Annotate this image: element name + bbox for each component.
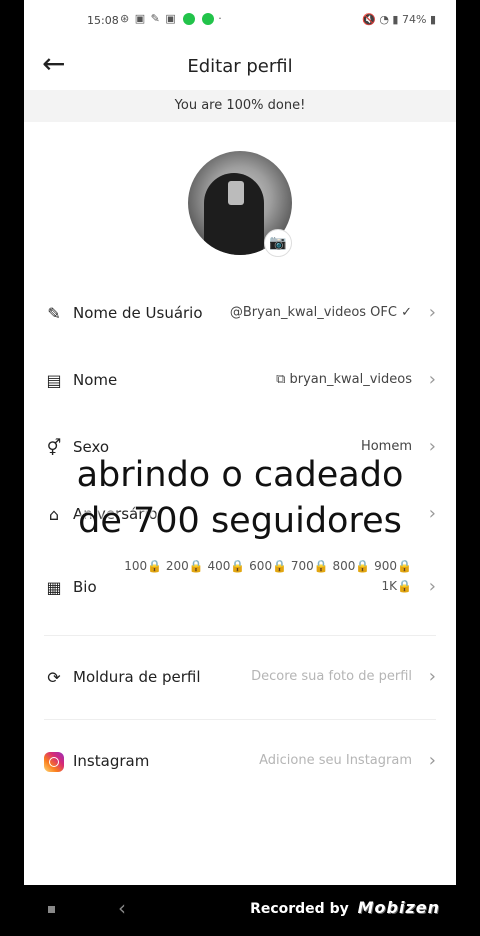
recorder-prefix: Recorded by bbox=[250, 901, 349, 917]
more-icon: · bbox=[218, 12, 223, 25]
status-right: 🔇 ◔ ▮ 74% ▮ bbox=[362, 13, 436, 26]
pencil-icon: ✎ bbox=[47, 304, 61, 323]
row-value: ⧉ bryan_kwal_videos bbox=[276, 372, 412, 387]
notification-icons: ⊛ ▣ ✎ ▣ · bbox=[120, 12, 223, 25]
row-label: Instagram bbox=[73, 752, 150, 770]
instagram-icon bbox=[44, 752, 64, 772]
page-title: Editar perfil bbox=[187, 56, 293, 77]
chevron-right-icon: › bbox=[428, 666, 436, 687]
row-name[interactable]: ▤ Nome ⧉ bryan_kwal_videos › bbox=[44, 361, 436, 401]
row-value: 100🔒 200🔒 400🔒 600🔒 700🔒 800🔒 900🔒 1K🔒 bbox=[124, 559, 412, 593]
row-label: Nome bbox=[73, 371, 118, 389]
recorder-watermark: Recorded by Mobizen bbox=[250, 898, 440, 917]
recorder-brand: Mobizen bbox=[357, 898, 440, 917]
row-placeholder: Decore sua foto de perfil bbox=[251, 669, 412, 684]
id-card-icon: ▤ bbox=[46, 371, 62, 390]
mute-icon: 🔇 bbox=[362, 13, 376, 26]
chevron-right-icon: › bbox=[428, 369, 436, 390]
battery-level: 74% bbox=[401, 13, 427, 26]
wifi-icon: ◔ bbox=[379, 13, 389, 26]
chevron-right-icon: › bbox=[428, 302, 436, 323]
row-label: Moldura de perfil bbox=[73, 668, 201, 686]
divider bbox=[44, 719, 436, 720]
signal-icon: ▮ bbox=[392, 13, 399, 26]
recents-icon[interactable] bbox=[48, 906, 55, 913]
green-dot-icon bbox=[201, 13, 214, 25]
camera-icon[interactable]: 📷 bbox=[264, 229, 292, 257]
caption-line: de 700 seguidores bbox=[78, 501, 402, 541]
row-profile-frame[interactable]: ⟳ Moldura de perfil Decore sua foto de p… bbox=[44, 658, 436, 698]
chevron-right-icon: › bbox=[428, 576, 436, 597]
divider bbox=[44, 635, 436, 636]
battery-icon: ▮ bbox=[429, 13, 436, 26]
row-placeholder: Adicione seu Instagram bbox=[259, 753, 412, 768]
green-dot-icon bbox=[183, 13, 196, 25]
video-caption-overlay: abrindo o cadeado de 700 seguidores bbox=[0, 452, 480, 544]
caption-line: abrindo o cadeado bbox=[76, 455, 404, 495]
row-label: Nome de Usuário bbox=[73, 304, 203, 322]
row-username[interactable]: ✎ Nome de Usuário @Bryan_kwal_videos OFC… bbox=[44, 294, 436, 334]
row-instagram[interactable]: Instagram Adicione seu Instagram › bbox=[44, 742, 436, 782]
header: ← Editar perfil bbox=[24, 40, 456, 90]
refresh-circle-icon: ⟳ bbox=[47, 668, 61, 687]
avatar-phone-detail bbox=[228, 181, 244, 205]
row-value: @Bryan_kwal_videos OFC ✓ bbox=[229, 305, 412, 320]
edit-profile-screen: 15:08 ⊛ ▣ ✎ ▣ · 🔇 ◔ ▮ 74% ▮ ← Editar per… bbox=[24, 0, 456, 885]
chevron-right-icon: › bbox=[428, 750, 436, 771]
status-bar: 15:08 ⊛ ▣ ✎ ▣ · 🔇 ◔ ▮ 74% ▮ bbox=[24, 0, 456, 40]
row-label: Bio bbox=[73, 578, 97, 596]
profile-completion-banner: You are 100% done! bbox=[24, 90, 456, 122]
nav-back-icon[interactable]: ‹ bbox=[118, 896, 126, 920]
bio-icon: ▦ bbox=[46, 578, 62, 597]
notification-icon: ⊛ ▣ ✎ ▣ bbox=[120, 12, 177, 25]
status-time: 15:08 bbox=[87, 14, 119, 27]
row-bio[interactable]: ▦ Bio 100🔒 200🔒 400🔒 600🔒 700🔒 800🔒 900🔒… bbox=[44, 559, 436, 608]
